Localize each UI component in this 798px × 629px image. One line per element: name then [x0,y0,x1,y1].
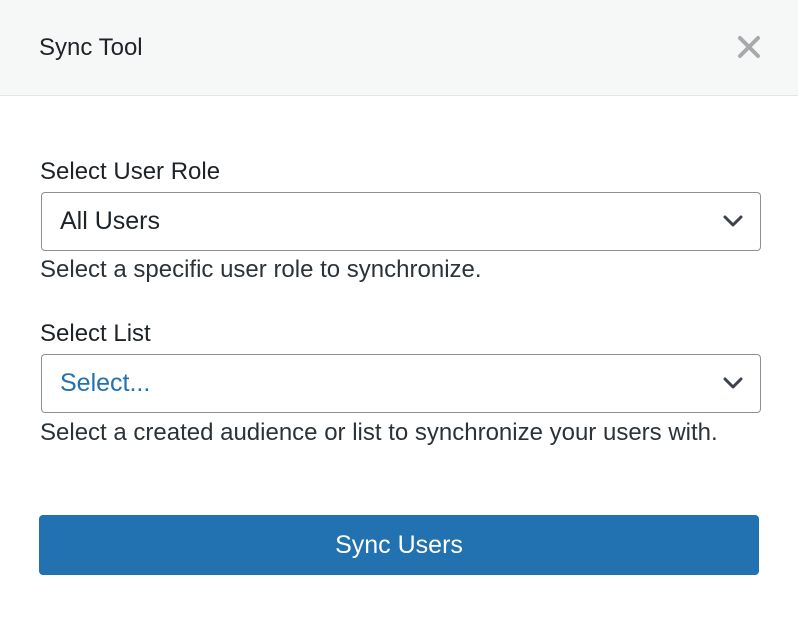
modal-title: Sync Tool [39,34,143,61]
user-role-selected-value: All Users [60,207,161,235]
close-button[interactable] [734,32,764,62]
list-label: Select List [40,320,151,347]
chevron-down-icon [722,376,744,390]
sync-users-button[interactable]: Sync Users [39,515,759,575]
user-role-help-text: Select a specific user role to synchroni… [40,256,482,283]
list-select-placeholder: Select... [60,369,151,397]
close-icon [738,36,760,58]
user-role-select[interactable]: All Users [41,192,761,251]
list-select[interactable]: Select... [41,354,761,413]
modal-header: Sync Tool [0,0,798,96]
chevron-down-icon [722,214,744,228]
user-role-label: Select User Role [40,158,221,185]
sync-tool-modal: Sync Tool Select User Role All Users Sel… [0,0,798,629]
list-help-text: Select a created audience or list to syn… [40,419,718,446]
